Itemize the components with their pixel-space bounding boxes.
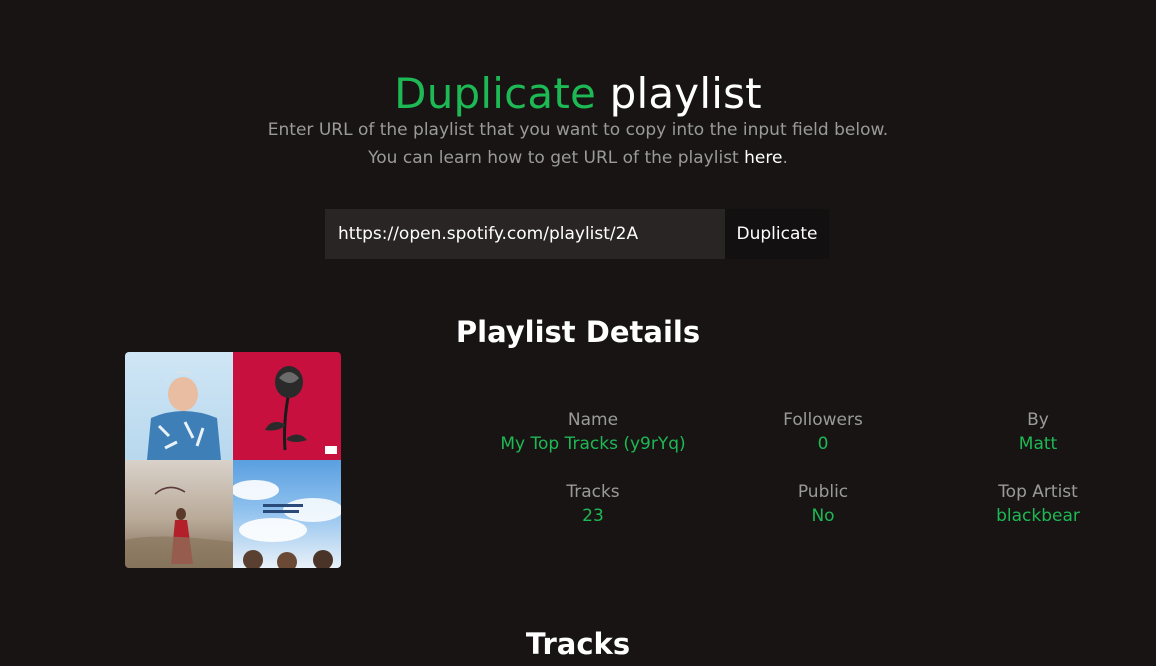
stat-value: No	[811, 506, 835, 526]
stat-label: Tracks	[566, 482, 620, 502]
stat-public: Public No	[708, 479, 938, 539]
stat-name: Name My Top Tracks (y9rYq)	[478, 407, 708, 479]
stat-value: Matt	[1018, 434, 1058, 454]
playlist-url-input[interactable]	[325, 209, 725, 259]
playlist-stats: Name My Top Tracks (y9rYq) Followers 0 B…	[478, 407, 1138, 539]
stat-value: My Top Tracks (y9rYq)	[500, 434, 686, 454]
intro-text: Enter URL of the playlist that you want …	[0, 116, 1156, 172]
stat-label: Name	[567, 410, 619, 430]
page-title-rest: playlist	[609, 69, 762, 119]
stat-label: Public	[797, 482, 849, 502]
intro-line-1: Enter URL of the playlist that you want …	[267, 120, 889, 140]
album-cover-2	[233, 352, 341, 460]
help-link[interactable]: here	[744, 148, 782, 168]
duplicate-button[interactable]: Duplicate	[725, 209, 829, 259]
stat-value: 23	[582, 506, 604, 526]
playlist-url-form: Duplicate	[325, 209, 829, 259]
playlist-details-title: Playlist Details	[455, 315, 701, 350]
stat-top-artist: Top Artist blackbear	[938, 479, 1138, 539]
album-cover-1	[125, 352, 233, 460]
stat-followers: Followers 0	[708, 407, 938, 479]
page-title-accent: Duplicate	[394, 69, 597, 119]
stat-value: blackbear	[996, 506, 1080, 526]
page-title: Duplicate playlist	[0, 66, 1156, 122]
stat-label: By	[1027, 410, 1049, 430]
intro-line-2-suffix: .	[782, 148, 788, 168]
stat-label: Top Artist	[998, 482, 1078, 502]
stat-by: By Matt	[938, 407, 1138, 479]
stat-tracks: Tracks 23	[478, 479, 708, 539]
album-cover-4	[233, 460, 341, 568]
stat-label: Followers	[783, 410, 863, 430]
intro-line-2-prefix: You can learn how to get URL of the play…	[368, 148, 745, 168]
playlist-cover-mosaic	[125, 352, 341, 568]
tracks-section-title: Tracks	[525, 627, 631, 662]
album-cover-3	[125, 460, 233, 568]
stat-value: 0	[817, 434, 829, 454]
intro-line-2: You can learn how to get URL of the play…	[0, 144, 1156, 172]
